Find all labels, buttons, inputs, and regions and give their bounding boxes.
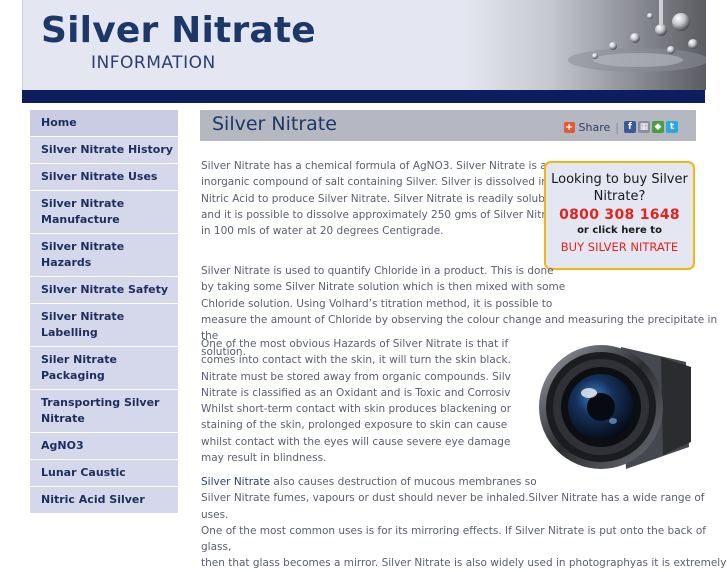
paragraph-1: Silver Nitrate has a chemical formula of…	[201, 158, 563, 239]
text-line: comes into contact with the skin, it wil…	[201, 354, 544, 367]
silver-nitrate-link[interactable]: Silver Nitrate	[201, 476, 270, 488]
page-title: Silver Nitrate	[212, 113, 337, 135]
sidebar-item-history[interactable]: Silver Nitrate History	[30, 137, 178, 164]
delicious-icon[interactable]: ◆	[652, 121, 664, 133]
site-subtitle: INFORMATION	[91, 53, 216, 73]
sidebar-item-uses[interactable]: Silver Nitrate Uses	[30, 164, 178, 191]
paragraph-4: Silver Nitrate also causes destruction o…	[201, 474, 727, 572]
text-line: Chloride solution. Using Volhard’s titra…	[201, 297, 553, 310]
text-line: Nitrate is classified as an Oxidant and …	[201, 386, 521, 399]
sidebar-item-nitric-acid-silver[interactable]: Nitric Acid Silver	[30, 487, 178, 514]
text-line: inorganic compound of salt containing Si…	[201, 176, 548, 189]
text-line: then that glass becomes a mirror. Silver…	[201, 557, 727, 570]
text-line: Whilst short-term contact with skin prod…	[201, 403, 512, 416]
site-header: Silver Nitrate INFORMATION	[22, 0, 706, 90]
share-label[interactable]: Share	[579, 121, 611, 134]
text-line: Nitric Acid to produce Silver Nitrate. S…	[201, 192, 555, 205]
sidebar-item-packaging[interactable]: Siler Nitrate Packaging	[30, 347, 178, 390]
buy-question: Looking to buy Silver Nitrate?	[551, 172, 688, 204]
phone-number[interactable]: 0800 308 1648	[546, 207, 693, 223]
text-line: Silver Nitrate also causes destruction o…	[201, 474, 727, 490]
facebook-icon[interactable]: f	[624, 121, 636, 133]
text-line: staining of the skin, prolonged exposure…	[201, 419, 541, 432]
text-line: Nitrate must be stored away from organic…	[201, 370, 522, 383]
twitter-icon[interactable]: t	[666, 121, 678, 133]
buy-callout[interactable]: Looking to buy Silver Nitrate? 0800 308 …	[544, 161, 695, 270]
text-line: may result in blindness.	[201, 452, 327, 465]
sidebar-item-agno3[interactable]: AgNO3	[30, 433, 178, 460]
sidebar-item-labelling[interactable]: Silver Nitrate Labelling	[30, 304, 178, 347]
text-line: whilst contact with the eyes will cause …	[201, 435, 534, 448]
site-title[interactable]: Silver Nitrate	[41, 10, 316, 51]
header-bar	[22, 90, 705, 103]
sidebar-item-transporting[interactable]: Transporting Silver Nitrate	[30, 390, 178, 433]
sidebar-item-manufacture[interactable]: Silver Nitrate Manufacture	[30, 191, 178, 234]
text-line: in 100 mls of water at 20 degrees Centig…	[201, 225, 444, 238]
text-line: Silver Nitrate fumes, vapours or dust sh…	[201, 492, 705, 521]
share-separator: |	[615, 120, 619, 134]
text-line: One of the most common uses is for its m…	[201, 524, 706, 554]
text-line: Silver Nitrate has a chemical formula of…	[201, 160, 554, 172]
sidebar-nav: Home Silver Nitrate History Silver Nitra…	[30, 110, 178, 514]
bookmark-icon[interactable]: ▦	[638, 121, 650, 133]
camera-lens-image	[511, 337, 695, 476]
sidebar-item-home[interactable]: Home	[30, 110, 178, 137]
sidebar-item-lunar-caustic[interactable]: Lunar Caustic	[30, 460, 178, 487]
text-fragment: also causes destruction of mucous membra…	[270, 476, 537, 488]
share-plus-icon[interactable]: +	[563, 121, 575, 133]
water-droplets-image	[463, 0, 706, 90]
sidebar-item-hazards[interactable]: Silver Nitrate Hazards	[30, 234, 178, 277]
text-line: Silver Nitrate is used to quantify Chlor…	[201, 265, 554, 277]
paragraph-3: One of the most obvious Hazards of Silve…	[201, 336, 544, 466]
page-title-bar: Silver Nitrate + Share | f ▦ ◆ t	[200, 110, 696, 141]
share-toolbar: + Share | f ▦ ◆ t	[563, 120, 680, 134]
text-line: and it is possible to dissolve approxima…	[201, 208, 563, 221]
buy-link[interactable]: BUY SILVER NITRATE	[546, 240, 693, 254]
text-line: One of the most obvious Hazards of Silve…	[201, 338, 519, 350]
click-here-text[interactable]: or click here to	[546, 225, 693, 236]
sidebar-item-safety[interactable]: Silver Nitrate Safety	[30, 277, 178, 304]
main-content: Silver Nitrate + Share | f ▦ ◆ t	[200, 110, 696, 141]
text-line: by taking some Silver Nitrate solution w…	[201, 281, 566, 294]
